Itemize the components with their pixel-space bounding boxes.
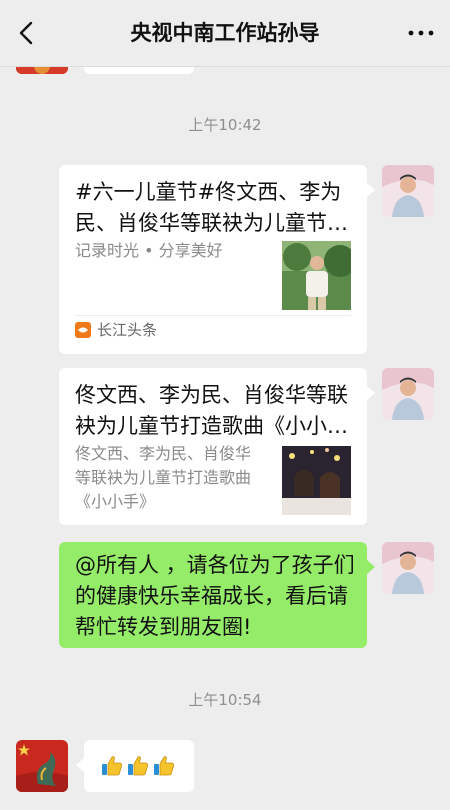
article-source-label: 长江头条 [97,321,158,339]
video-title: 佟文西、李为民、肖俊华等联袂为儿童节打造歌曲《小小手》 [75,383,348,438]
card-divider [75,315,351,316]
source-logo-icon [75,321,91,338]
sender-avatar[interactable] [16,740,68,792]
video-description: 佟文西、李为民、肖俊华等联袂为儿童节打造歌曲《小小手》 [75,444,252,511]
thumbs-up-icon [128,756,148,776]
my-avatar[interactable] [382,165,434,217]
bubble-tail [367,386,375,400]
sent-text-message[interactable]: @所有人 ，请各位为了孩子们的健康快乐幸福成长，看后请帮忙转发到朋友圈! [59,542,375,648]
chat-title: 央视中南工作站孙导 [130,21,320,45]
chat-header: 央视中南工作站孙导 [0,0,450,67]
more-options-icon[interactable] [406,24,436,42]
bubble-tail [367,183,375,197]
video-thumbnail [282,446,351,515]
received-emoji-message[interactable] [76,740,194,792]
timestamp: 上午10:54 [188,691,262,709]
back-arrow-icon[interactable] [14,20,40,46]
bubble-tail [367,560,375,574]
my-avatar[interactable] [382,542,434,594]
article-title: #六一儿童节#佟文西、李为民、肖俊华等联袂为儿童节打造歌曲《小小手》 [75,180,348,235]
shared-video-card[interactable]: 佟文西、李为民、肖俊华等联袂为儿童节打造歌曲《小小手》 佟文西、李为民、肖俊华等… [59,368,375,525]
shared-article-card[interactable]: #六一儿童节#佟文西、李为民、肖俊华等联袂为儿童节打造歌曲《小小手》 记录时光 … [59,165,375,354]
timestamp: 上午10:42 [188,116,262,134]
thumbs-up-icon [102,756,122,776]
bubble-tail [76,758,84,772]
my-avatar[interactable] [382,368,434,420]
article-description: 记录时光 • 分享美好 [75,241,223,260]
article-source: 长江头条 [75,319,157,340]
message-text: @所有人 ，请各位为了孩子们的健康快乐幸福成长，看后请帮忙转发到朋友圈! [75,553,355,639]
thumbs-up-icon [154,756,174,776]
emoji-row [100,754,176,778]
article-thumbnail [282,241,351,310]
